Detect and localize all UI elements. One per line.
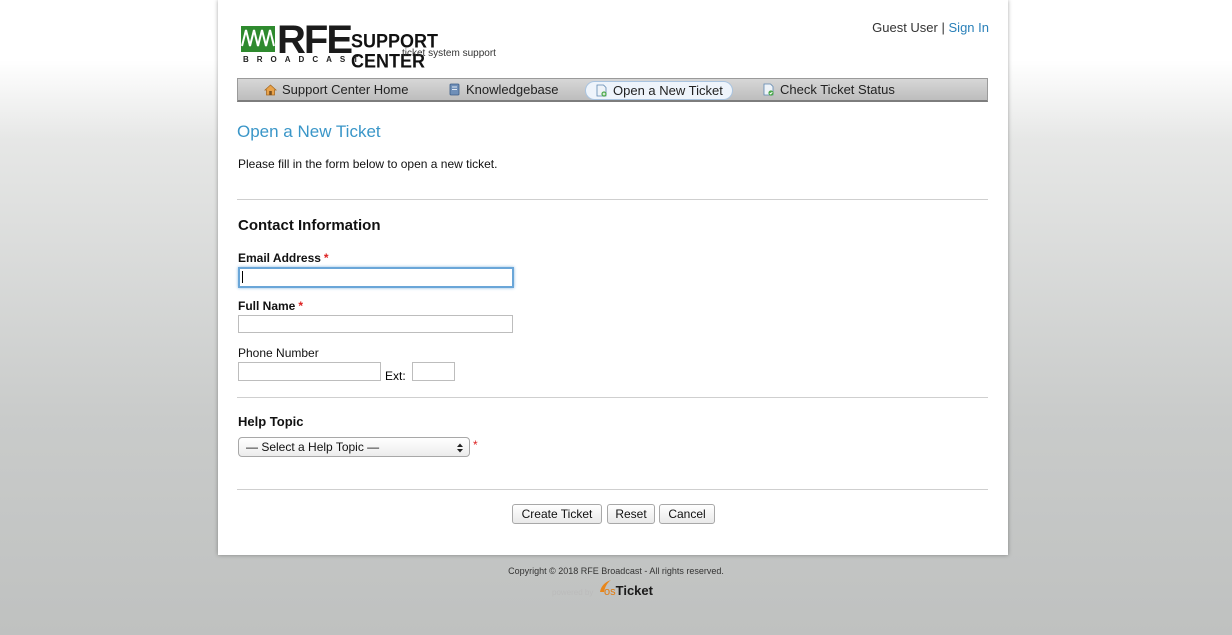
new-ticket-icon bbox=[595, 84, 608, 97]
full-name-field[interactable] bbox=[238, 315, 513, 333]
footer-copyright: Copyright © 2018 RFE Broadcast - All rig… bbox=[508, 566, 724, 576]
required-marker: * bbox=[298, 299, 304, 313]
logo-tagline: ticket system support bbox=[402, 48, 496, 59]
divider bbox=[237, 199, 988, 200]
text-caret bbox=[242, 271, 243, 283]
email-field[interactable] bbox=[238, 267, 514, 288]
powered-by-osticket[interactable]: powered by osTicket bbox=[552, 580, 662, 602]
home-icon bbox=[263, 82, 278, 96]
page-intro: Please fill in the form below to open a … bbox=[238, 157, 498, 171]
logo-rfe-text: RFE bbox=[277, 18, 353, 62]
nav-support-center-home[interactable]: Support Center Home bbox=[263, 80, 409, 100]
osticket-wordmark: osTicket bbox=[604, 583, 653, 599]
select-arrows-icon bbox=[455, 441, 465, 453]
main-nav: Support Center Home Knowledgebase Open a… bbox=[237, 78, 988, 102]
contact-information-heading: Contact Information bbox=[238, 217, 381, 234]
page-container: RFE SUPPORT CENTER ticket system support… bbox=[218, 0, 1008, 555]
create-ticket-button[interactable]: Create Ticket bbox=[512, 504, 602, 524]
ext-label: Ext: bbox=[385, 369, 406, 383]
phone-ext-field[interactable] bbox=[412, 362, 455, 381]
ticket-status-icon bbox=[762, 82, 775, 96]
sign-in-link[interactable]: Sign In bbox=[949, 20, 989, 35]
waveform-icon bbox=[241, 26, 275, 52]
phone-number-label: Phone Number bbox=[238, 346, 319, 360]
help-topic-heading: Help Topic bbox=[238, 414, 304, 429]
nav-knowledgebase[interactable]: Knowledgebase bbox=[448, 80, 559, 100]
nav-label: Support Center Home bbox=[282, 82, 409, 97]
reset-button[interactable]: Reset bbox=[607, 504, 655, 524]
page-title: Open a New Ticket bbox=[237, 122, 381, 141]
nav-label: Knowledgebase bbox=[466, 82, 559, 97]
nav-label: Check Ticket Status bbox=[780, 82, 895, 97]
powered-by-text: powered by bbox=[552, 588, 594, 597]
cancel-button[interactable]: Cancel bbox=[659, 504, 715, 524]
nav-check-ticket-status[interactable]: Check Ticket Status bbox=[762, 80, 895, 100]
help-topic-selected: — Select a Help Topic — bbox=[246, 440, 380, 454]
guest-user-label: Guest User bbox=[872, 20, 938, 35]
email-label: Email Address * bbox=[238, 251, 329, 265]
nav-label: Open a New Ticket bbox=[613, 83, 723, 98]
nav-open-new-ticket[interactable]: Open a New Ticket bbox=[585, 81, 733, 100]
required-marker: * bbox=[473, 438, 478, 452]
rfe-logo[interactable]: RFE SUPPORT CENTER ticket system support… bbox=[239, 18, 499, 71]
help-topic-select[interactable]: — Select a Help Topic — bbox=[238, 437, 470, 457]
separator: | bbox=[941, 20, 945, 35]
book-icon bbox=[448, 82, 461, 96]
divider bbox=[237, 489, 988, 490]
divider bbox=[237, 397, 988, 398]
full-name-label: Full Name * bbox=[238, 299, 304, 313]
logo-broadcast-text: BROADCAST bbox=[243, 55, 367, 64]
user-links: Guest User | Sign In bbox=[872, 20, 989, 35]
required-marker: * bbox=[323, 251, 329, 265]
phone-number-field[interactable] bbox=[238, 362, 381, 381]
